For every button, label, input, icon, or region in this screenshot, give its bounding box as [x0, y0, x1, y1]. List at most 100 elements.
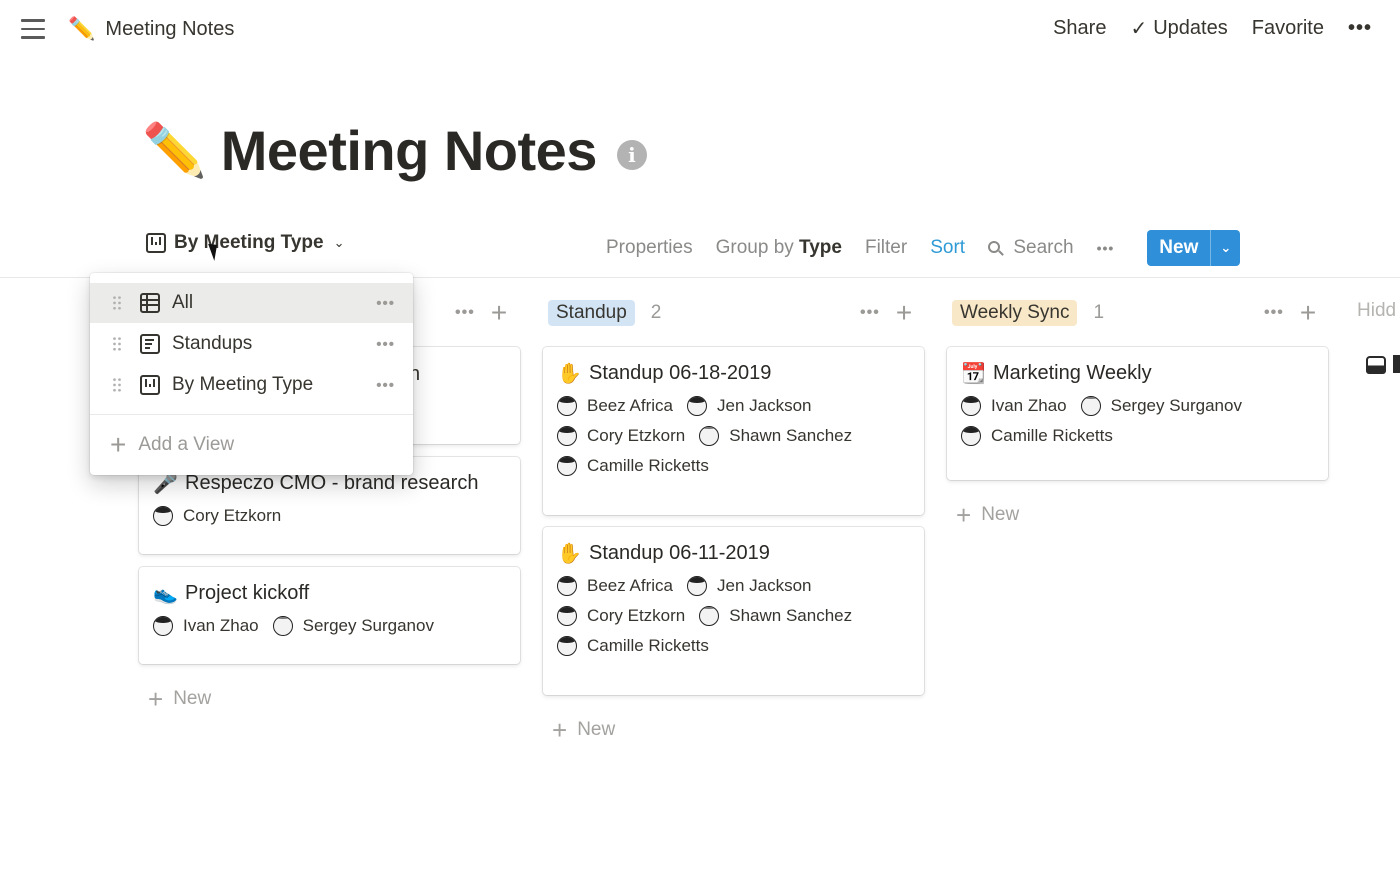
inbox-icon	[1366, 356, 1386, 374]
card-title: Standup 06-18-2019	[589, 362, 772, 384]
person-tag[interactable]: Camille Ricketts	[557, 636, 709, 656]
column-add-icon[interactable]: +	[1300, 299, 1316, 327]
person-name: Cory Etzkorn	[587, 606, 686, 625]
add-new-card-button[interactable]: + New	[956, 502, 1019, 528]
view-selector[interactable]: By Meeting Type ⌄	[146, 232, 344, 254]
menu-item-standups[interactable]: Standups •••	[90, 324, 413, 364]
board-icon	[140, 375, 160, 395]
plus-icon: +	[956, 500, 972, 530]
board-card[interactable]: 📆 Marketing Weekly Ivan Zhao Sergey Surg…	[947, 347, 1328, 480]
add-new-label: New	[173, 688, 212, 709]
person-tag[interactable]: Ivan Zhao	[961, 396, 1067, 416]
column-header-weekly-sync[interactable]: Weekly Sync 1	[952, 298, 1104, 328]
person-tag[interactable]: Shawn Sanchez	[699, 606, 852, 626]
column-tools: ••• +	[860, 298, 912, 328]
person-tag[interactable]: Jen Jackson	[687, 396, 812, 416]
person-name: Sergey Surganov	[302, 616, 434, 635]
add-new-card-button[interactable]: + New	[148, 686, 211, 712]
plus-icon: +	[552, 715, 568, 745]
person-tag[interactable]: Shawn Sanchez	[699, 426, 852, 446]
avatar	[961, 396, 981, 416]
group-by-prefix: Group by	[715, 237, 794, 258]
person-tag[interactable]: Jen Jackson	[687, 576, 812, 596]
avatar	[1080, 396, 1101, 416]
group-by-button[interactable]: Group by Type	[716, 237, 842, 259]
person-name: Camille Ricketts	[991, 426, 1113, 445]
menu-item-all[interactable]: All •••	[90, 283, 413, 323]
person-tag[interactable]: Ivan Zhao	[153, 616, 259, 636]
column-more-icon[interactable]: •••	[860, 304, 880, 322]
info-icon[interactable]: i	[616, 139, 647, 170]
person-name: Jen Jackson	[717, 396, 812, 415]
person-name: Shawn Sanchez	[729, 606, 853, 625]
person-name: Camille Ricketts	[587, 636, 709, 655]
person-tag[interactable]: Camille Ricketts	[961, 426, 1113, 446]
add-view-button[interactable]: + Add a View	[110, 431, 234, 459]
person-tag[interactable]: Beez Africa	[557, 396, 673, 416]
breadcrumb-page[interactable]: ✏️ Meeting Notes	[68, 16, 234, 42]
person-tag[interactable]: Cory Etzkorn	[153, 506, 281, 526]
more-options-icon[interactable]: •••	[1348, 17, 1372, 40]
drag-handle-icon[interactable]	[112, 336, 122, 352]
menu-item-more-icon[interactable]: •••	[376, 336, 395, 353]
column-more-icon[interactable]: •••	[1264, 304, 1284, 322]
board-card[interactable]: 👟 Project kickoff Ivan Zhao Sergey Surga…	[139, 567, 520, 664]
person-name: Beez Africa	[587, 396, 673, 415]
menu-item-more-icon[interactable]: •••	[376, 377, 395, 394]
breadcrumb-label: Meeting Notes	[105, 17, 235, 40]
person-name: Beez Africa	[587, 576, 673, 595]
group-label: Weekly Sync	[952, 300, 1078, 326]
person-name: Cory Etzkorn	[587, 426, 686, 445]
card-title: Project kickoff	[185, 582, 310, 604]
board-card[interactable]: ✋ Standup 06-18-2019 Beez Africa Jen Jac…	[543, 347, 924, 515]
new-button[interactable]: New	[1147, 230, 1210, 266]
add-new-card-button[interactable]: + New	[552, 717, 615, 743]
avatar	[557, 396, 577, 416]
view-more-icon[interactable]: •••	[1097, 240, 1115, 256]
person-tag[interactable]: Cory Etzkorn	[557, 606, 685, 626]
updates-button[interactable]: ✓ Updates	[1130, 16, 1227, 41]
page-header: ✏️ Meeting Notes i	[142, 118, 647, 183]
menu-item-by-meeting-type[interactable]: By Meeting Type •••	[90, 365, 413, 405]
hamburger-menu-icon[interactable]	[21, 19, 45, 39]
hidden-group-partial	[1393, 355, 1400, 373]
column-more-icon[interactable]: •••	[455, 304, 475, 322]
person-tag[interactable]: Sergey Surganov	[272, 616, 434, 636]
column-add-icon[interactable]: +	[491, 299, 507, 327]
avatar	[557, 576, 577, 596]
board-card[interactable]: ✋ Standup 06-11-2019 Beez Africa Jen Jac…	[543, 527, 924, 695]
person-tag[interactable]: Beez Africa	[557, 576, 673, 596]
new-dropdown-chevron-icon[interactable]: ⌄	[1210, 230, 1240, 266]
sort-button[interactable]: Sort	[930, 237, 965, 259]
person-name: Jen Jackson	[717, 576, 812, 595]
search-button[interactable]: Search	[988, 237, 1074, 259]
avatar	[687, 396, 707, 416]
favorite-button[interactable]: Favorite	[1252, 17, 1324, 40]
group-count: 1	[1093, 302, 1105, 323]
hidden-groups-label[interactable]: Hidd	[1357, 300, 1396, 322]
page-title[interactable]: Meeting Notes	[221, 118, 598, 183]
drag-handle-icon[interactable]	[112, 377, 122, 393]
menu-item-more-icon[interactable]: •••	[376, 295, 395, 312]
person-tag[interactable]: Camille Ricketts	[557, 456, 709, 476]
column-tools: ••• +	[1264, 298, 1316, 328]
filter-button[interactable]: Filter	[865, 237, 907, 259]
page-icon-pencil[interactable]: ✏️	[142, 125, 207, 177]
avatar	[557, 606, 577, 626]
menu-item-label: Standups	[172, 333, 253, 354]
drag-handle-icon[interactable]	[112, 295, 122, 311]
check-icon: ✓	[1130, 18, 1148, 40]
calendar-icon: 📆	[961, 363, 986, 385]
person-name: Cory Etzkorn	[183, 506, 282, 525]
plus-icon: +	[148, 684, 164, 714]
properties-button[interactable]: Properties	[606, 237, 693, 259]
add-view-label: Add a View	[138, 434, 235, 455]
current-view-label: By Meeting Type	[174, 232, 324, 253]
person-tag[interactable]: Cory Etzkorn	[557, 426, 685, 446]
add-new-label: New	[577, 719, 616, 740]
column-add-icon[interactable]: +	[896, 299, 912, 327]
share-button[interactable]: Share	[1053, 17, 1106, 40]
raised-hand-icon: ✋	[557, 543, 582, 565]
column-header-standup[interactable]: Standup 2	[548, 298, 661, 328]
person-tag[interactable]: Sergey Surganov	[1080, 396, 1242, 416]
